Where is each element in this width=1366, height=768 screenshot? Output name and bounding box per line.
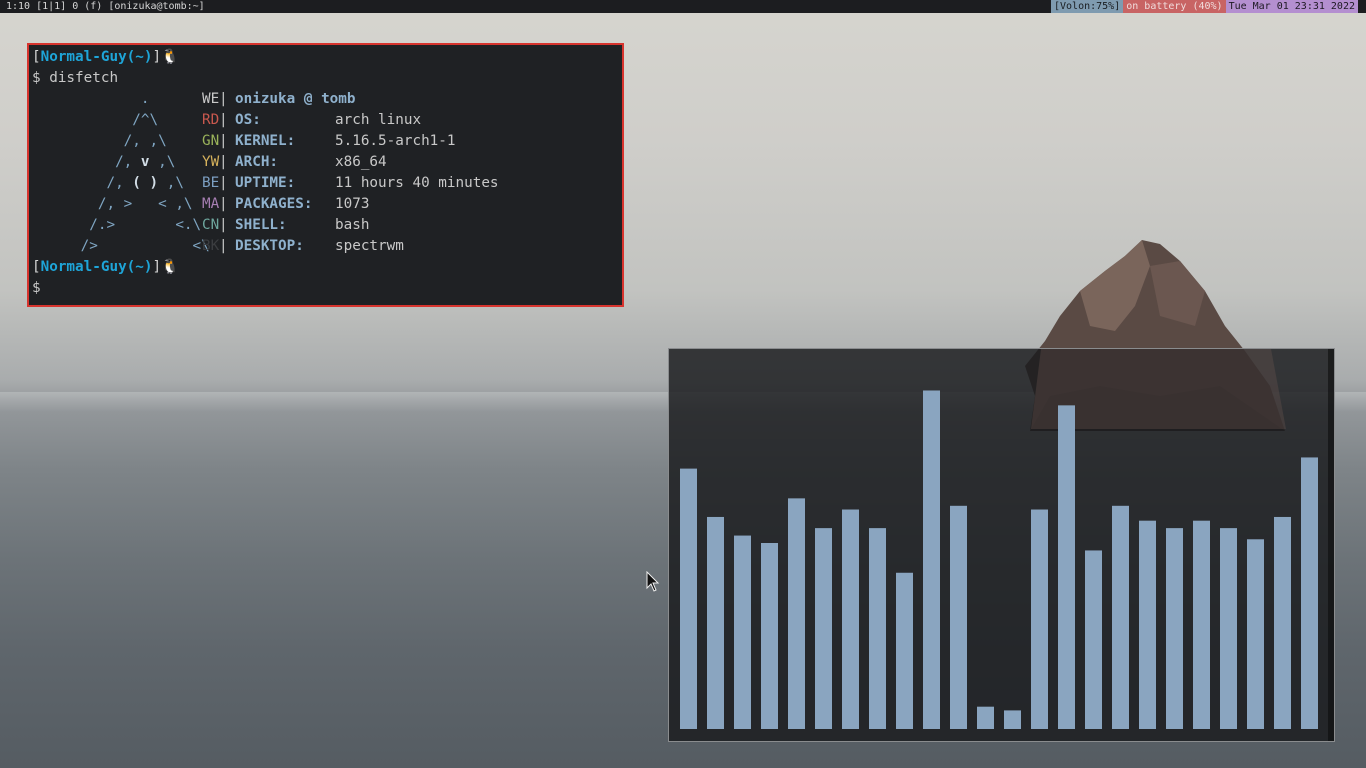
color-code: YW (202, 154, 220, 170)
color-code: WE (202, 91, 220, 107)
color-code: GN (202, 133, 220, 149)
logo-line: /.> <.\ (29, 217, 202, 233)
separator: | (219, 238, 228, 254)
separator: | (219, 175, 228, 191)
logo-line: /, v ,\ (29, 154, 176, 170)
terminal-window[interactable]: [Normal-Guy(~)]🐧 $ disfetch . /^\ /, ,\ … (27, 43, 624, 307)
info-key: SHELL: (235, 217, 287, 233)
visualizer-bar (1058, 405, 1075, 729)
separator: | (219, 133, 228, 149)
info-key: PACKAGES: (235, 196, 313, 212)
visualizer-bar (1220, 528, 1237, 729)
visualizer-bar (788, 498, 805, 729)
color-code: BK (202, 238, 220, 254)
prompt-name: Normal-Guy(~) (40, 49, 153, 65)
color-code: CN (202, 217, 220, 233)
clock: Tue Mar 01 23:31 2022 (1225, 0, 1358, 13)
tux-penguin-icon: 🐧 (161, 259, 179, 275)
info-value: 11 hours 40 minutes (335, 175, 499, 191)
visualizer-bar (1139, 520, 1156, 729)
visualizer-bar (761, 543, 778, 729)
visualizer-bar (950, 505, 967, 729)
visualizer-bar (1274, 516, 1291, 729)
status-bar: 1:10 [1|1] 0 (f) [onizuka@tomb:~] [Volon… (0, 0, 1366, 13)
visualizer-bar (680, 468, 697, 729)
visualizer-bars (680, 390, 1318, 729)
info-value: 5.16.5-arch1-1 (335, 133, 456, 149)
prompt-line: [Normal-Guy(~)]🐧 (32, 49, 179, 65)
info-value: 1073 (335, 196, 370, 212)
shell-prompt[interactable]: $ (32, 278, 41, 299)
tux-penguin-icon: 🐧 (161, 49, 179, 65)
visualizer-bar (869, 528, 886, 729)
color-code: MA (202, 196, 220, 212)
info-key: UPTIME: (235, 175, 296, 191)
workspace-indicator[interactable]: 1:10 [1|1] 0 (f) [onizuka@tomb:~] (6, 0, 205, 13)
separator: | (219, 91, 228, 107)
color-code: RD (202, 112, 220, 128)
command-line: $ disfetch (32, 70, 119, 86)
visualizer-bar (1004, 710, 1021, 729)
logo-line: /, > < ,\ (29, 196, 193, 212)
info-value: x86_64 (335, 154, 387, 170)
visualizer-bar (923, 390, 940, 729)
visualizer-bar (896, 572, 913, 729)
volume-indicator[interactable]: [Volon:75%] (1051, 0, 1124, 13)
info-key: OS: (235, 112, 261, 128)
info-key: ARCH: (235, 154, 279, 170)
mouse-cursor-icon (646, 571, 660, 592)
info-key: DESKTOP: (235, 238, 304, 254)
visualizer-bar (1301, 457, 1318, 729)
logo-line: . (29, 91, 150, 107)
visualizer-bar (1193, 520, 1210, 729)
prompt-line: [Normal-Guy(~)]🐧 (32, 259, 179, 275)
visualizer-bar (1085, 550, 1102, 729)
visualizer-bar (1166, 528, 1183, 729)
prompt-name: Normal-Guy(~) (40, 259, 153, 275)
separator: | (219, 154, 228, 170)
visualizer-bar (1031, 509, 1048, 729)
audio-visualizer-window[interactable] (668, 348, 1335, 742)
logo-line: /> <\ (29, 238, 210, 254)
separator: | (219, 112, 228, 128)
visualizer-bar (815, 528, 832, 729)
visualizer-bar (707, 516, 724, 729)
logo-line: /^\ (29, 112, 159, 128)
info-value: spectrwm (335, 238, 404, 254)
visualizer-bar (842, 509, 859, 729)
separator: | (219, 196, 228, 212)
visualizer-bar (734, 535, 751, 729)
visualizer-bar (1112, 505, 1129, 729)
user-host: onizuka @ tomb (235, 91, 356, 107)
logo-line: /, ( ) ,\ (29, 175, 184, 191)
info-value: bash (335, 217, 370, 233)
color-code: BE (202, 175, 220, 191)
separator: | (219, 217, 228, 233)
logo-line: /, ,\ (29, 133, 167, 149)
info-value: arch linux (335, 112, 422, 128)
info-key: KERNEL: (235, 133, 296, 149)
visualizer-bar (1247, 539, 1264, 729)
visualizer-bar (977, 706, 994, 729)
battery-indicator: on battery (40%) (1123, 0, 1226, 13)
